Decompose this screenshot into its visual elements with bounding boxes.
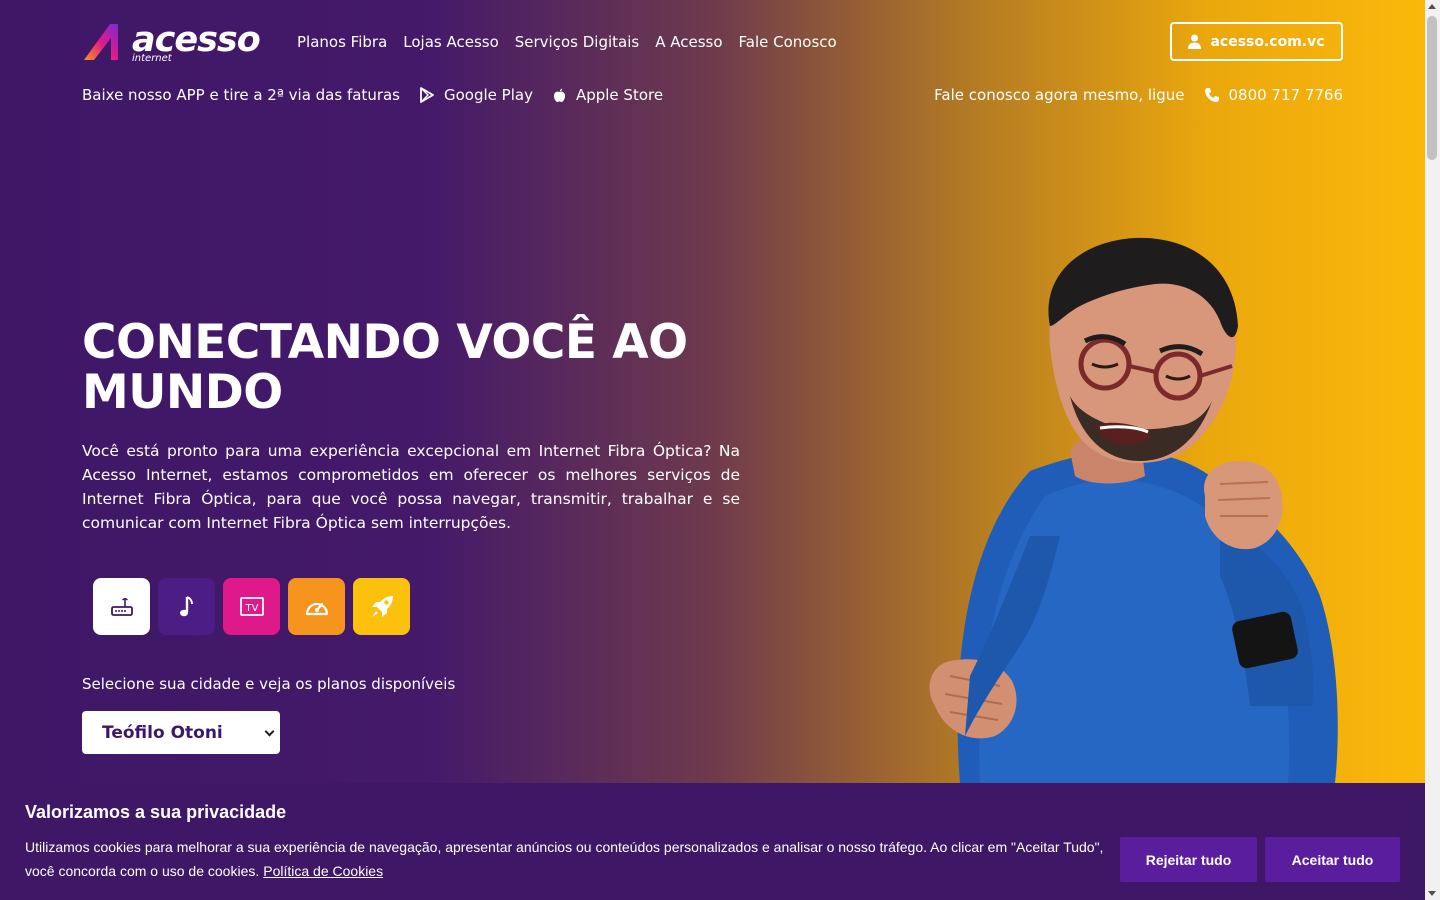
- google-play-link[interactable]: Google Play: [420, 85, 533, 105]
- hero-title: CONECTANDO VOCÊ AO MUNDO: [82, 315, 688, 420]
- services-icon-row: TV: [93, 578, 410, 635]
- cookie-policy-link[interactable]: Política de Cookies: [263, 863, 383, 879]
- hero-person-image: [929, 237, 1338, 783]
- phone-link[interactable]: 0800 717 7766: [1204, 85, 1343, 105]
- google-play-icon: [420, 87, 434, 103]
- rocket-service[interactable]: [353, 578, 410, 635]
- logo-subtext: internet: [132, 53, 172, 64]
- logo[interactable]: acesso internet: [82, 20, 261, 66]
- phone-number: 0800 717 7766: [1228, 86, 1343, 104]
- nav-lojas-acesso[interactable]: Lojas Acesso: [403, 32, 499, 52]
- cookie-title: Valorizamos a sua privacidade: [25, 802, 287, 822]
- scroll-down-icon[interactable]: [1428, 891, 1436, 896]
- music-icon: [179, 595, 193, 616]
- tv-service[interactable]: TV: [223, 578, 280, 635]
- reject-all-button[interactable]: Rejeitar tudo: [1120, 837, 1257, 882]
- speedometer-icon: [305, 602, 328, 615]
- city-select-label: Selecione sua cidade e veja os planos di…: [82, 675, 456, 693]
- city-select-value: Teófilo Otoni: [102, 722, 223, 743]
- speed-service[interactable]: [288, 578, 345, 635]
- tv-icon: TV: [239, 596, 264, 616]
- page-scrollbar[interactable]: [1425, 0, 1440, 900]
- apple-store-link[interactable]: Apple Store: [553, 85, 663, 105]
- rocket-icon: [371, 595, 393, 617]
- router-service[interactable]: [93, 578, 150, 635]
- accept-all-button[interactable]: Aceitar tudo: [1265, 837, 1400, 882]
- customer-area-label: acesso.com.vc: [1210, 33, 1325, 50]
- router-icon: [110, 597, 133, 616]
- contact-text: Fale conosco agora mesmo, ligue: [934, 86, 1185, 104]
- music-service[interactable]: [158, 578, 215, 635]
- app-bar: Baixe nosso APP e tire a 2ª via das fatu…: [82, 85, 663, 105]
- nav-planos-fibra[interactable]: Planos Fibra: [297, 32, 387, 52]
- apple-store-label: Apple Store: [575, 86, 664, 104]
- phone-icon: [1205, 88, 1220, 102]
- cookie-description: Utilizamos cookies para melhorar a sua e…: [25, 839, 1104, 879]
- hero-description: Você está pronto para uma experiência ex…: [82, 442, 740, 532]
- logo-mark-icon: [84, 24, 118, 60]
- apple-icon: [553, 88, 565, 102]
- app-text: Baixe nosso APP e tire a 2ª via das fatu…: [82, 86, 400, 104]
- nav-servicos-digitais[interactable]: Serviços Digitais: [515, 32, 639, 52]
- main-nav: Planos Fibra Lojas Acesso Serviços Digit…: [297, 32, 853, 52]
- svg-text:TV: TV: [244, 603, 258, 614]
- google-play-label: Google Play: [444, 86, 533, 104]
- cookie-banner: Valorizamos a sua privacidade Utilizamos…: [0, 783, 1425, 900]
- nav-a-acesso[interactable]: A Acesso: [655, 32, 722, 52]
- scroll-up-icon[interactable]: [1428, 4, 1436, 9]
- page-background: acesso internet Planos Fibra Lojas Acess…: [0, 0, 1425, 900]
- chevron-down-icon: [264, 726, 275, 737]
- city-select[interactable]: Teófilo Otoni: [82, 711, 280, 754]
- contact-bar: Fale conosco agora mesmo, ligue 0800 717…: [934, 85, 1343, 105]
- customer-area-button[interactable]: acesso.com.vc: [1170, 22, 1343, 61]
- user-icon: [1188, 34, 1202, 49]
- cookie-text: Utilizamos cookies para melhorar a sua e…: [25, 835, 1105, 883]
- scroll-thumb[interactable]: [1427, 16, 1437, 160]
- nav-fale-conosco[interactable]: Fale Conosco: [739, 32, 837, 52]
